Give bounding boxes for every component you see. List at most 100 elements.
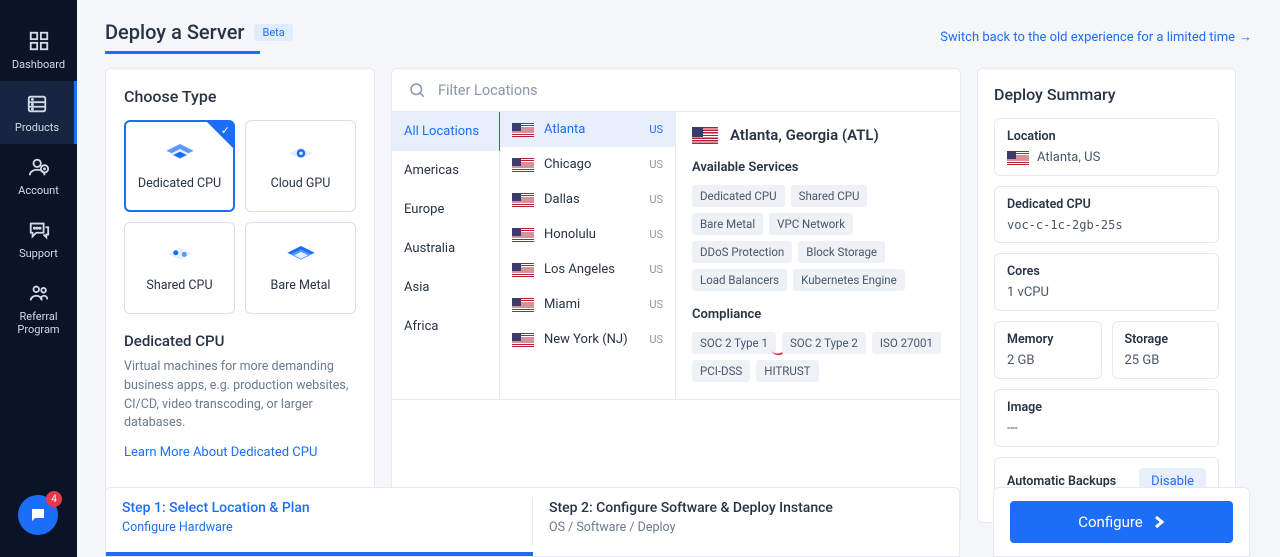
dedicated-cpu-icon bbox=[163, 142, 197, 168]
sidebar-item-referral[interactable]: Referral Program bbox=[0, 270, 77, 346]
type-label: Dedicated CPU bbox=[138, 176, 221, 191]
heading-row: Deploy a Server Beta Switch back to the … bbox=[105, 20, 1252, 54]
type-card-shared-cpu[interactable]: Shared CPU bbox=[124, 222, 235, 314]
chip-compliance: HITRUST bbox=[756, 360, 818, 382]
sidebar-label: Products bbox=[15, 121, 59, 134]
city-dallas[interactable]: DallasUS bbox=[500, 182, 675, 217]
page: Deploy a Server Beta Switch back to the … bbox=[77, 0, 1280, 557]
sidebar-item-dashboard[interactable]: Dashboard bbox=[0, 18, 77, 81]
us-flag-icon bbox=[512, 193, 534, 207]
summary-title: Deploy Summary bbox=[994, 85, 1219, 104]
progress-indicator bbox=[106, 552, 533, 556]
type-desc-title: Dedicated CPU bbox=[124, 332, 356, 350]
country-code: US bbox=[649, 263, 663, 276]
step-title: Step 2: Configure Software & Deploy Inst… bbox=[549, 500, 943, 516]
type-card-dedicated-cpu[interactable]: Dedicated CPU bbox=[124, 120, 235, 212]
city-honolulu[interactable]: Honolulu US bbox=[500, 217, 675, 252]
filter-row bbox=[392, 69, 960, 112]
step-subtitle: OS / Software / Deploy bbox=[549, 520, 943, 535]
region-americas[interactable]: Americas bbox=[392, 151, 499, 190]
region-australia[interactable]: Australia bbox=[392, 229, 499, 268]
summary-value: --- bbox=[1007, 421, 1206, 436]
city-chicago[interactable]: ChicagoUS bbox=[500, 147, 675, 182]
step-1[interactable]: Step 1: Select Location & Plan Configure… bbox=[106, 488, 532, 556]
region-asia[interactable]: Asia bbox=[392, 268, 499, 307]
country-code: US bbox=[649, 158, 663, 171]
city-name: Miami bbox=[544, 297, 580, 312]
dashboard-icon bbox=[28, 30, 50, 52]
city-miami[interactable]: Miami US bbox=[500, 287, 675, 322]
us-flag-icon bbox=[512, 263, 534, 277]
chat-fab[interactable]: 4 bbox=[18, 495, 58, 535]
summary-product: Dedicated CPU voc-c-1c-2gb-25s bbox=[994, 186, 1219, 243]
summary-panel: Deploy Summary Location Atlanta, US Dedi… bbox=[977, 68, 1236, 523]
learn-more-link[interactable]: Learn More About Dedicated CPU bbox=[124, 445, 317, 460]
country-code: US bbox=[649, 333, 663, 346]
type-card-cloud-gpu[interactable]: Cloud GPU bbox=[245, 120, 356, 212]
city-new-york[interactable]: New York (NJ) US bbox=[500, 322, 675, 357]
sidebar-label: Referral Program bbox=[0, 310, 77, 336]
region-africa[interactable]: Africa bbox=[392, 307, 499, 346]
sidebar-item-products[interactable]: Products bbox=[0, 81, 77, 144]
chip-service: Block Storage bbox=[798, 241, 885, 263]
filter-locations-input[interactable] bbox=[438, 82, 944, 99]
us-flag-icon bbox=[512, 123, 534, 137]
city-atlanta[interactable]: AtlantaUS bbox=[500, 112, 675, 147]
summary-label: Storage bbox=[1125, 332, 1207, 347]
region-europe[interactable]: Europe bbox=[392, 190, 499, 229]
beta-badge: Beta bbox=[254, 24, 292, 41]
support-icon bbox=[28, 219, 50, 241]
summary-label: Cores bbox=[1007, 264, 1206, 279]
summary-location: Location Atlanta, US bbox=[994, 118, 1219, 176]
compliance-chips: SOC 2 Type 1 SOC 2 Type 2 ISO 27001 PCI-… bbox=[692, 332, 944, 382]
switch-back-link[interactable]: Switch back to the old experience for a … bbox=[940, 29, 1252, 45]
country-code: US bbox=[649, 298, 663, 311]
region-all[interactable]: All Locations bbox=[392, 112, 500, 151]
location-detail-title: Atlanta, Georgia (ATL) bbox=[730, 126, 879, 144]
us-flag-icon bbox=[512, 158, 534, 172]
bare-metal-icon bbox=[284, 244, 318, 270]
city-name: Atlanta bbox=[544, 122, 585, 137]
search-icon bbox=[408, 81, 426, 99]
us-flag-icon bbox=[512, 298, 534, 312]
sidebar-item-account[interactable]: Account bbox=[0, 144, 77, 207]
summary-value: 25 GB bbox=[1125, 353, 1207, 368]
referral-icon bbox=[28, 282, 50, 304]
city-los-angeles[interactable]: Los AngelesUS bbox=[500, 252, 675, 287]
city-name: Honolulu bbox=[544, 227, 596, 242]
location-detail: Atlanta, Georgia (ATL) Available Service… bbox=[676, 112, 960, 399]
chevron-right-icon bbox=[1153, 516, 1165, 528]
type-card-bare-metal[interactable]: Bare Metal bbox=[245, 222, 356, 314]
steps-bar: Step 1: Select Location & Plan Configure… bbox=[105, 487, 960, 557]
configure-bar: Configure bbox=[993, 487, 1250, 557]
chat-badge: 4 bbox=[46, 491, 62, 507]
switch-back-text: Switch back to the old experience for a … bbox=[940, 30, 1235, 45]
sidebar-label: Support bbox=[19, 247, 58, 260]
us-flag-icon bbox=[1007, 151, 1029, 165]
selected-check-icon bbox=[207, 122, 233, 148]
sidebar: Dashboard Products Account Support Refer… bbox=[0, 0, 77, 557]
compliance-heading: Compliance bbox=[692, 307, 944, 322]
summary-label: Location bbox=[1007, 129, 1206, 144]
city-list[interactable]: AtlantaUS ChicagoUS DallasUS HonoluluUS … bbox=[500, 112, 676, 399]
page-title: Deploy a Server bbox=[105, 20, 244, 44]
us-flag-icon bbox=[512, 333, 534, 347]
summary-label: Image bbox=[1007, 400, 1206, 415]
summary-value: 2 GB bbox=[1007, 353, 1089, 368]
step-2[interactable]: Step 2: Configure Software & Deploy Inst… bbox=[533, 488, 959, 556]
us-flag-icon bbox=[512, 228, 534, 242]
city-name: New York (NJ) bbox=[544, 332, 628, 347]
country-code: US bbox=[649, 228, 663, 241]
summary-value: voc-c-1c-2gb-25s bbox=[1007, 218, 1206, 232]
sidebar-item-support[interactable]: Support bbox=[0, 207, 77, 270]
chat-icon bbox=[29, 506, 47, 524]
services-chips: Dedicated CPU Shared CPU Bare Metal VPC … bbox=[692, 185, 944, 291]
country-code: US bbox=[649, 193, 663, 206]
configure-button[interactable]: Configure bbox=[1010, 501, 1233, 543]
account-icon bbox=[28, 156, 50, 178]
summary-image: Image --- bbox=[994, 389, 1219, 447]
type-label: Cloud GPU bbox=[271, 176, 331, 191]
summary-cores: Cores 1 vCPU bbox=[994, 253, 1219, 311]
type-label: Bare Metal bbox=[271, 278, 331, 293]
location-panel: All Locations Americas Europe Australia … bbox=[391, 68, 961, 523]
